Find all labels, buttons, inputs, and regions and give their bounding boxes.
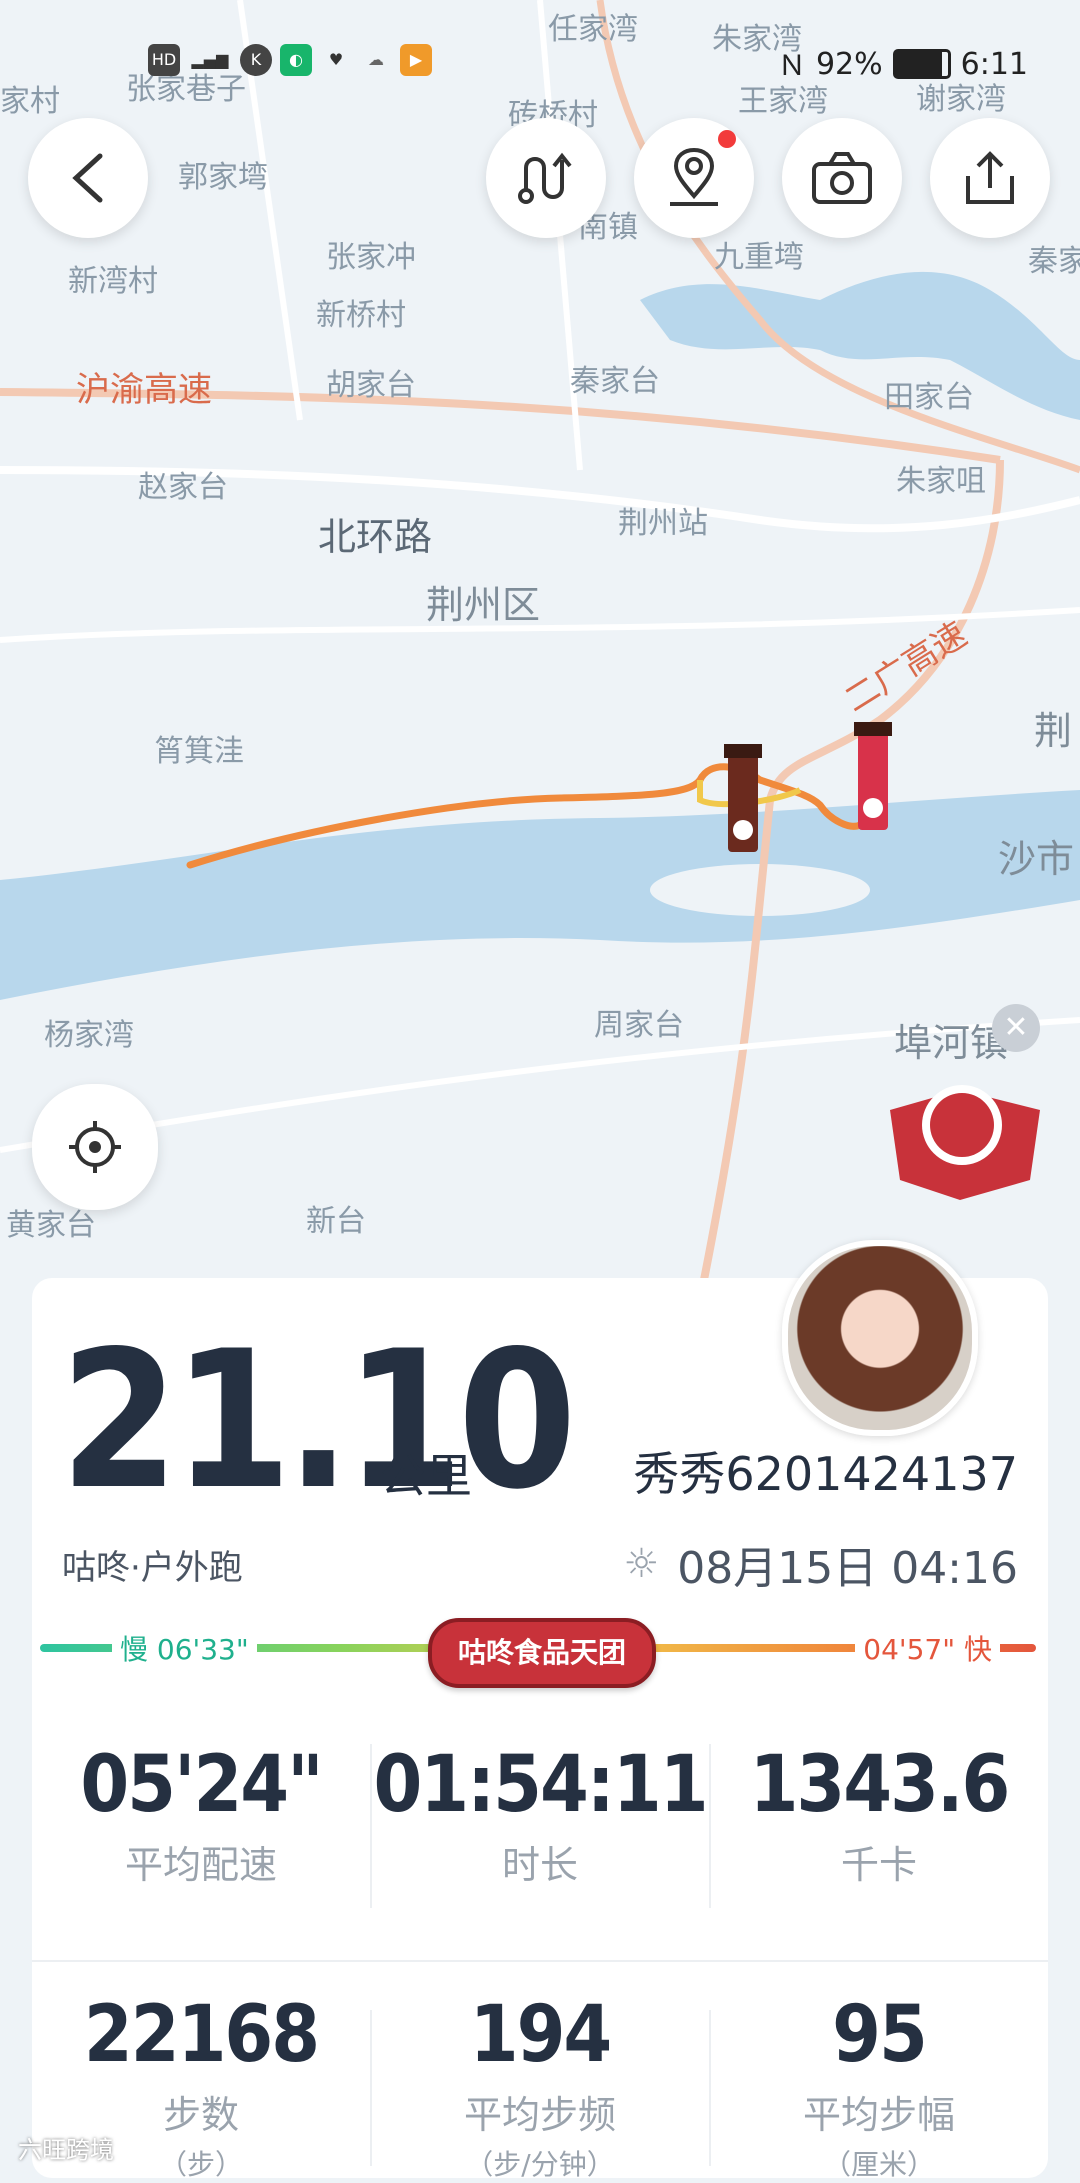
activity-type: 咕咚·户外跑 <box>62 1548 243 1588</box>
map-label: 新桥村 <box>316 298 406 333</box>
battery-icon <box>892 49 951 79</box>
nfc-icon: Ｎ <box>777 49 806 82</box>
play-icon: ▶ <box>400 44 432 76</box>
district-label: 荆州区 <box>426 583 541 627</box>
map-label: 新台 <box>306 1204 366 1239</box>
datetime: ☼ 08月15日 04:16 <box>623 1532 1018 1596</box>
run-badge-sticker <box>890 1085 1040 1200</box>
stat-label: 平均配速 <box>124 1843 277 1887</box>
map-label: 九重塆 <box>714 240 804 275</box>
divider <box>709 1744 711 1908</box>
pace-slow-label: 慢 06'33" <box>112 1628 257 1668</box>
distance-unit: 公里 <box>380 1449 472 1503</box>
map-label: 田家台 <box>884 380 974 415</box>
map-label: 埠河镇 <box>894 1021 1009 1065</box>
back-button[interactable] <box>28 118 148 238</box>
map-label: 朱家咀 <box>896 464 986 499</box>
crosshair-icon <box>69 1121 121 1173</box>
username: 秀秀6201424137 <box>633 1447 1018 1501</box>
divider <box>370 2010 372 2166</box>
map-label: 胡家台 <box>326 368 416 403</box>
stat-stride: 95 平均步幅 （厘米） <box>710 1990 1048 2183</box>
stat-avg-pace: 05'24" 平均配速 <box>32 1740 370 1889</box>
health-icon: ♥ <box>328 50 344 69</box>
share-button[interactable] <box>930 118 1050 238</box>
avatar[interactable] <box>782 1240 978 1436</box>
pace-fast-label: 04'57" 快 <box>855 1628 1000 1668</box>
route-toggle-button[interactable] <box>486 118 606 238</box>
start-marker <box>724 744 762 852</box>
stat-label: 时长 <box>501 1843 578 1887</box>
map-label: 周家台 <box>594 1008 684 1043</box>
map-label: 荆 <box>1034 709 1073 753</box>
notification-dot <box>718 130 736 148</box>
map-label: 赵家台 <box>138 470 228 505</box>
divider <box>370 1744 372 1908</box>
stat-value: 1343.6 <box>749 1740 1011 1830</box>
stat-label: 千卡 <box>840 1843 917 1887</box>
map-label: 杨家湾 <box>44 1018 134 1053</box>
map-label: 秦家 <box>1028 244 1080 279</box>
team-badge[interactable]: 咕咚食品天团 <box>428 1618 656 1688</box>
map-label: 沙市 <box>998 837 1075 881</box>
signal-icon: ▂▄▆ <box>191 50 229 69</box>
share-icon <box>966 151 1014 204</box>
hd-icon: HD <box>148 44 180 76</box>
map-label: 荆州站 <box>618 506 708 541</box>
datetime-text: 08月15日 04:16 <box>677 1543 1018 1594</box>
stat-value: 22168 <box>83 1990 320 2080</box>
map-label: 新湾村 <box>68 264 158 299</box>
map-label: 郭家塆 <box>178 160 268 195</box>
highway-label: 沪渝高速 <box>76 370 212 410</box>
chevron-left-icon <box>72 153 103 203</box>
map-label: 筲箕洼 <box>154 734 244 769</box>
camera-button[interactable] <box>782 118 902 238</box>
divider <box>32 1960 1048 1962</box>
end-marker <box>854 722 892 830</box>
clock: 6:11 <box>960 46 1028 82</box>
stat-unit: （步/分钟） <box>465 2148 615 2181</box>
divider <box>709 2010 711 2166</box>
stat-calories: 1343.6 千卡 <box>710 1740 1048 1889</box>
locate-button[interactable] <box>32 1084 158 1210</box>
k-app-icon: K <box>240 44 272 76</box>
green-app-icon: ◐ <box>280 44 312 76</box>
stat-value: 05'24" <box>80 1740 323 1830</box>
map-label: 任家湾 <box>548 12 638 47</box>
stat-label: 平均步幅 <box>802 2093 955 2137</box>
stat-value: 01:54:11 <box>373 1740 708 1830</box>
location-pin-button[interactable] <box>634 118 754 238</box>
status-bar: HD ▂▄▆ K ◐ ♥ ☁ ▶ Ｎ 92% 6:11 <box>0 44 1080 84</box>
stat-cadence: 194 平均步频 （步/分钟） <box>371 1990 709 2183</box>
cloud-icon: ☁ <box>368 50 384 69</box>
stat-unit: （厘米） <box>822 2148 935 2181</box>
watermark: 六旺跨境 <box>18 2136 114 2164</box>
route-icon <box>518 152 572 204</box>
close-icon: ✕ <box>1003 1010 1029 1045</box>
map-label: 张家冲 <box>326 240 416 275</box>
map-label: 北环路 <box>318 515 433 559</box>
stat-value: 95 <box>832 1990 928 2080</box>
sun-icon: ☼ <box>623 1541 660 1587</box>
close-sticker-button[interactable]: ✕ <box>992 1004 1040 1052</box>
map-label: 秦家台 <box>570 364 660 399</box>
camera-icon <box>812 152 872 204</box>
battery-percent: 92% <box>815 46 883 82</box>
stat-value: 194 <box>469 1990 612 2080</box>
stat-label: 平均步频 <box>463 2093 616 2137</box>
stat-duration: 01:54:11 时长 <box>371 1740 709 1889</box>
distance-value: 21.10 <box>60 1310 577 1531</box>
map-pin-icon <box>670 147 718 206</box>
